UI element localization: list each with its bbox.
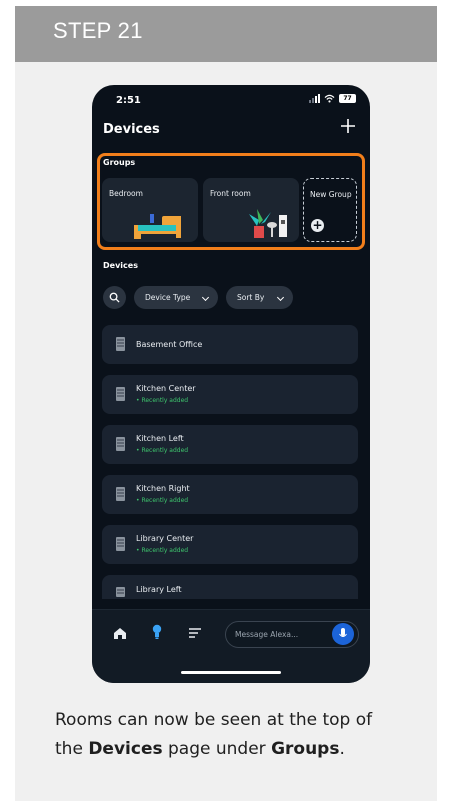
microphone-icon <box>339 628 347 637</box>
group-tile-label: Front room <box>210 189 251 198</box>
device-type-label: Device Type <box>145 293 191 302</box>
groups-section-label: Groups <box>103 158 136 167</box>
speaker-icon <box>116 387 125 401</box>
home-icon[interactable] <box>113 627 127 640</box>
sort-by-label: Sort By <box>237 293 265 302</box>
speaker-icon <box>116 337 125 351</box>
caption-text-3: . <box>339 739 345 759</box>
step-header: STEP 21 <box>15 6 437 62</box>
device-name: Kitchen Right <box>136 484 190 493</box>
new-group-label: New Group <box>310 190 352 199</box>
new-group-button[interactable]: New Group + <box>303 178 357 242</box>
group-tile-label: Bedroom <box>109 189 143 198</box>
wifi-icon <box>324 94 335 103</box>
plant-lamp-icon <box>249 209 287 238</box>
search-button[interactable] <box>103 286 126 309</box>
device-name: Library Left <box>136 585 182 594</box>
chevron-down-icon <box>276 293 285 302</box>
device-row-kitchen-center[interactable]: Kitchen Center • Recently added <box>102 375 358 414</box>
group-tile-bedroom[interactable]: Bedroom <box>102 178 198 242</box>
device-row-basement-office[interactable]: Basement Office <box>102 325 358 364</box>
phone-screen: 2:51 77 Devices Groups Bedroom Front roo… <box>92 85 370 683</box>
device-status: • Recently added <box>136 497 189 504</box>
device-status: • Recently added <box>136 397 189 404</box>
add-icon: + <box>311 218 324 232</box>
device-name: Basement Office <box>136 340 203 349</box>
device-row-library-left[interactable]: Library Left <box>102 575 358 599</box>
devices-section-label: Devices <box>103 261 138 270</box>
device-type-filter[interactable]: Device Type <box>134 286 218 309</box>
speaker-icon <box>116 537 125 551</box>
step-title: STEP 21 <box>53 18 143 43</box>
speaker-icon <box>116 487 125 501</box>
status-icons: 77 <box>309 94 356 103</box>
bed-icon <box>134 214 181 239</box>
page-title: Devices <box>103 122 160 137</box>
device-name: Kitchen Center <box>136 384 196 393</box>
caption-text-2: page under <box>162 739 272 759</box>
chevron-down-icon <box>201 293 210 302</box>
speaker-icon <box>116 587 125 597</box>
device-status: • Recently added <box>136 547 189 554</box>
caption-bold-groups: Groups <box>271 739 340 759</box>
device-row-kitchen-right[interactable]: Kitchen Right • Recently added <box>102 475 358 514</box>
speaker-icon <box>116 437 125 451</box>
step-caption: Rooms can now be seen at the top of the … <box>55 706 400 764</box>
status-time: 2:51 <box>116 95 141 106</box>
caption-bold-devices: Devices <box>88 739 163 759</box>
more-menu-icon[interactable] <box>189 628 201 638</box>
signal-icon <box>309 94 320 103</box>
device-name: Library Center <box>136 534 194 543</box>
search-icon <box>109 292 120 303</box>
device-row-library-center[interactable]: Library Center • Recently added <box>102 525 358 564</box>
home-indicator <box>181 671 281 674</box>
microphone-button[interactable] <box>332 623 354 645</box>
group-tile-front-room[interactable]: Front room <box>203 178 299 242</box>
device-row-kitchen-left[interactable]: Kitchen Left • Recently added <box>102 425 358 464</box>
sort-by-filter[interactable]: Sort By <box>226 286 293 309</box>
device-name: Kitchen Left <box>136 434 184 443</box>
device-status: • Recently added <box>136 447 189 454</box>
add-device-button[interactable] <box>340 118 356 134</box>
battery-icon: 77 <box>339 94 356 103</box>
devices-bulb-icon[interactable] <box>152 624 162 640</box>
